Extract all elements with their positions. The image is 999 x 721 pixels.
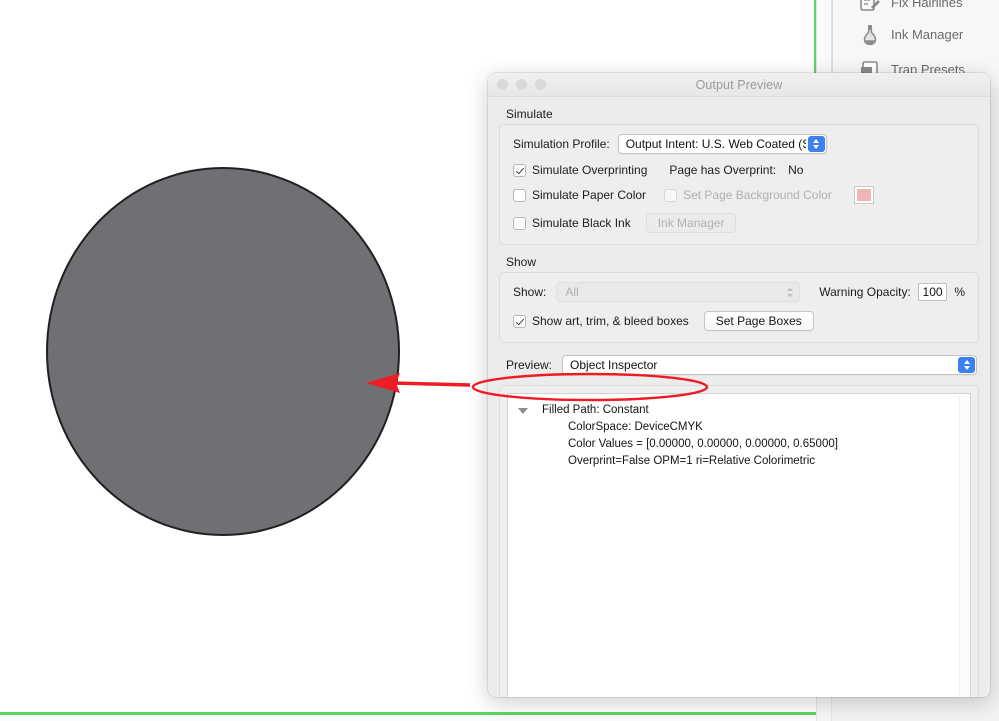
dialog-body: Simulate Simulation Profile: Output Inte… bbox=[488, 97, 990, 697]
preview-label: Preview: bbox=[506, 358, 552, 372]
simulation-profile-label: Simulation Profile: bbox=[513, 137, 610, 151]
ink-bottle-icon bbox=[859, 23, 881, 47]
show-value: All bbox=[565, 285, 578, 299]
simulate-paper-color-checkbox[interactable] bbox=[513, 189, 526, 202]
simulate-paper-color-row: Simulate Paper Color Set Page Background… bbox=[513, 186, 965, 204]
warning-opacity-label: Warning Opacity: bbox=[819, 285, 911, 299]
chevron-down-icon[interactable] bbox=[518, 408, 528, 414]
simulate-paper-color-label: Simulate Paper Color bbox=[532, 188, 646, 202]
zoom-button[interactable] bbox=[535, 79, 546, 90]
simulation-profile-row: Simulation Profile: Output Intent: U.S. … bbox=[513, 134, 965, 154]
simulate-black-ink-label: Simulate Black Ink bbox=[532, 216, 631, 230]
tool-item-label: Fix Hairlines bbox=[891, 0, 963, 10]
simulate-overprinting-checkbox[interactable] bbox=[513, 164, 526, 177]
set-page-boxes-button[interactable]: Set Page Boxes bbox=[704, 311, 814, 331]
preview-dropdown[interactable]: Object Inspector bbox=[562, 355, 977, 375]
show-art-trim-bleed-label: Show art, trim, & bleed boxes bbox=[532, 314, 689, 328]
inspector-root-label: Filled Path: Constant bbox=[542, 402, 649, 419]
object-inspector-well: Filled Path: Constant ColorSpace: Device… bbox=[499, 385, 979, 697]
inspector-scrollbar[interactable] bbox=[959, 395, 969, 697]
show-dropdown: All bbox=[556, 282, 800, 302]
inspector-root-row[interactable]: Filled Path: Constant bbox=[518, 402, 970, 419]
page-background-color-swatch bbox=[854, 186, 874, 204]
show-filter-row: Show: All Warning Opacity: 100 % bbox=[513, 282, 965, 302]
set-page-background-color-checkbox bbox=[664, 189, 677, 202]
close-button[interactable] bbox=[497, 79, 508, 90]
chevron-updown-icon bbox=[808, 136, 825, 152]
fix-hairlines-icon bbox=[859, 0, 881, 15]
warning-opacity-input[interactable]: 100 bbox=[918, 283, 948, 301]
simulation-profile-dropdown[interactable]: Output Intent: U.S. Web Coated (SWOP)... bbox=[618, 134, 827, 154]
preview-row: Preview: Object Inspector bbox=[499, 355, 979, 375]
show-art-trim-bleed-checkbox[interactable] bbox=[513, 315, 526, 328]
show-group-box: Show: All Warning Opacity: 100 % Show ar… bbox=[499, 272, 979, 343]
simulate-overprinting-label: Simulate Overprinting bbox=[532, 163, 647, 177]
show-boxes-row: Show art, trim, & bleed boxes Set Page B… bbox=[513, 311, 965, 331]
simulate-overprinting-row: Simulate Overprinting Page has Overprint… bbox=[513, 163, 965, 177]
dialog-title: Output Preview bbox=[488, 78, 990, 92]
page-has-overprint-label: Page has Overprint: bbox=[669, 163, 776, 177]
set-page-background-color-label: Set Page Background Color bbox=[683, 188, 832, 202]
show-group-label: Show bbox=[506, 255, 979, 269]
inspector-line-overprint: Overprint=False OPM=1 ri=Relative Colori… bbox=[518, 453, 970, 470]
page-bottom-shadow bbox=[0, 715, 831, 721]
simulate-black-ink-checkbox[interactable] bbox=[513, 217, 526, 230]
filled-path-circle[interactable] bbox=[46, 167, 400, 536]
tool-item-ink-manager[interactable]: Ink Manager bbox=[833, 17, 999, 52]
chevron-updown-icon bbox=[958, 357, 975, 373]
chevron-updown-icon bbox=[787, 283, 793, 301]
object-inspector-listing[interactable]: Filled Path: Constant ColorSpace: Device… bbox=[507, 393, 971, 697]
output-preview-dialog[interactable]: Output Preview Simulate Simulation Profi… bbox=[488, 73, 990, 697]
show-label: Show: bbox=[513, 285, 546, 299]
simulate-group-label: Simulate bbox=[506, 107, 979, 121]
preview-value: Object Inspector bbox=[570, 358, 657, 372]
simulate-group-box: Simulation Profile: Output Intent: U.S. … bbox=[499, 124, 979, 245]
simulation-profile-value: Output Intent: U.S. Web Coated (SWOP)... bbox=[626, 137, 806, 151]
inspector-line-colorspace: ColorSpace: DeviceCMYK bbox=[518, 419, 970, 436]
ink-manager-button: Ink Manager bbox=[646, 213, 737, 233]
traffic-lights bbox=[497, 79, 546, 90]
page-has-overprint-value: No bbox=[788, 163, 803, 177]
simulate-black-ink-row: Simulate Black Ink Ink Manager bbox=[513, 213, 965, 233]
tool-item-label: Ink Manager bbox=[891, 27, 963, 42]
dialog-titlebar[interactable]: Output Preview bbox=[488, 73, 990, 97]
minimize-button[interactable] bbox=[516, 79, 527, 90]
inspector-line-color-values: Color Values = [0.00000, 0.00000, 0.0000… bbox=[518, 436, 970, 453]
percent-symbol: % bbox=[954, 285, 965, 299]
